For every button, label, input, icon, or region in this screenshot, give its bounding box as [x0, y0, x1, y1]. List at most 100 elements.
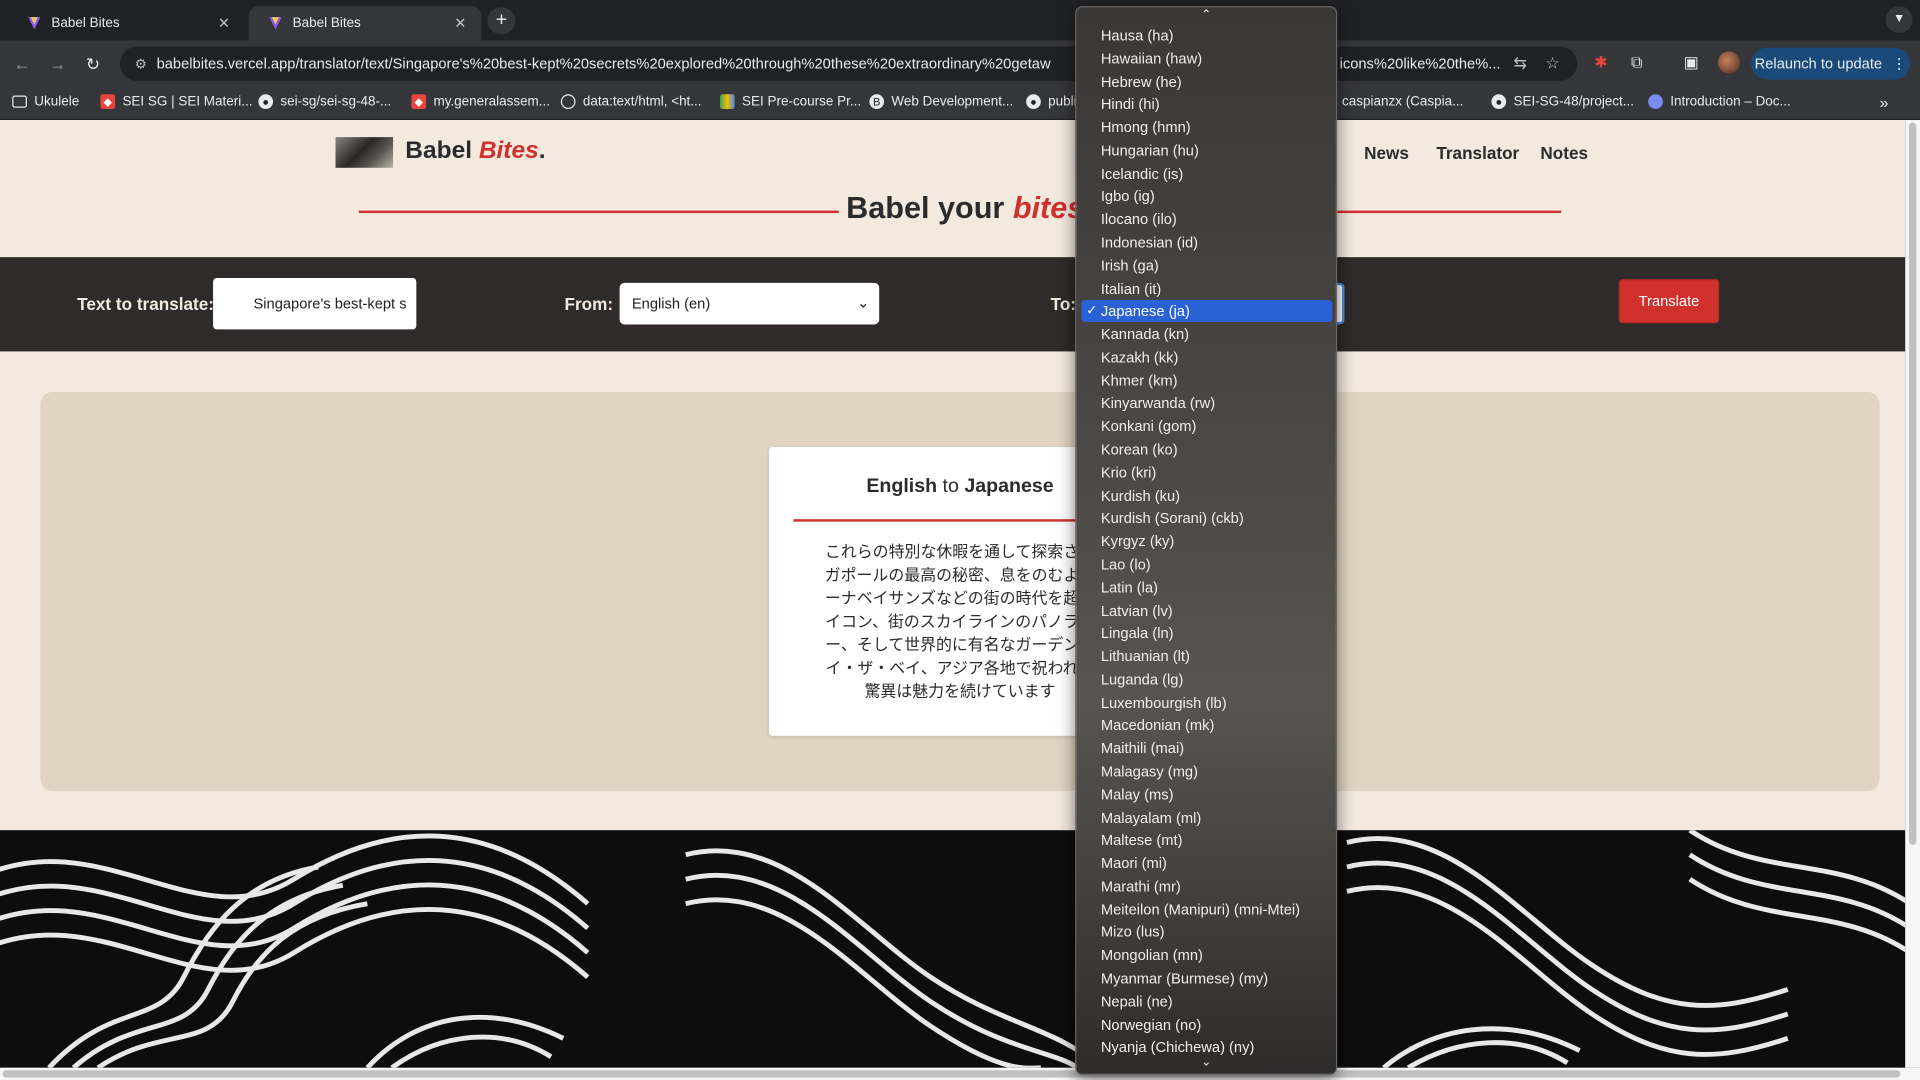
tab-close-icon[interactable]: ✕: [452, 15, 469, 32]
bookmark-item[interactable]: SEI Pre-course Pr...: [720, 94, 861, 109]
url-text: babelbites.vercel.app/translator/text/Si…: [156, 55, 1051, 73]
language-option[interactable]: Kurdish (Sorani) (ckb): [1081, 507, 1332, 529]
language-option[interactable]: ✓ Japanese (ja): [1081, 300, 1333, 323]
language-option[interactable]: Maltese (mt): [1081, 829, 1332, 851]
language-option[interactable]: Nepali (ne): [1081, 990, 1332, 1012]
language-option[interactable]: Hawaiian (haw): [1081, 47, 1332, 69]
language-option[interactable]: Myanmar (Burmese) (my): [1081, 967, 1332, 989]
language-option[interactable]: Hebrew (he): [1081, 70, 1332, 92]
site-info-icon[interactable]: ⚙: [135, 56, 147, 72]
language-option[interactable]: Latin (la): [1081, 576, 1332, 598]
to-label: To:: [1050, 293, 1077, 314]
bookmark-star-icon[interactable]: ☆: [1545, 54, 1559, 74]
tab-search-chevron-icon[interactable]: ▼: [1885, 6, 1913, 34]
chevron-down-icon: ⌄: [857, 293, 870, 312]
vertical-scrollbar[interactable]: [1905, 120, 1920, 1068]
globe-icon: [560, 94, 576, 109]
bookmark-item[interactable]: Introduction – Doc...: [1648, 94, 1791, 109]
relaunch-to-update-button[interactable]: Relaunch to update ⋮: [1751, 47, 1911, 80]
language-option[interactable]: Maithili (mai): [1081, 737, 1332, 759]
heading-divider-right: [1337, 210, 1562, 214]
language-option[interactable]: Kurdish (ku): [1081, 484, 1332, 506]
site-logo[interactable]: Babel Bites.: [405, 137, 545, 165]
back-arrow-icon[interactable]: ←: [10, 51, 34, 75]
ga-icon: ◆: [411, 94, 427, 109]
extensions-puzzle-icon[interactable]: ⧉: [1631, 53, 1642, 73]
language-option[interactable]: Kinyarwanda (rw): [1081, 392, 1332, 414]
language-option[interactable]: Luxembourgish (lb): [1081, 691, 1332, 713]
language-option[interactable]: Hausa (ha): [1081, 24, 1332, 46]
bookmarks-overflow-icon[interactable]: »: [1880, 93, 1889, 111]
language-option[interactable]: Malay (ms): [1081, 783, 1332, 805]
language-option[interactable]: Norwegian (no): [1081, 1013, 1332, 1035]
language-option[interactable]: Lithuanian (lt): [1081, 645, 1332, 667]
nav-notes[interactable]: Notes: [1540, 143, 1588, 163]
language-option[interactable]: Indonesian (id): [1081, 231, 1332, 253]
language-option[interactable]: Lingala (ln): [1081, 622, 1332, 644]
language-option[interactable]: Lao (lo): [1081, 553, 1332, 575]
scroll-up-icon[interactable]: ⌃: [1076, 9, 1336, 22]
tab-babel-bites-2[interactable]: Babel Bites ✕: [248, 6, 482, 41]
language-option[interactable]: Maori (mi): [1081, 852, 1332, 874]
tab-close-icon[interactable]: ✕: [216, 15, 233, 32]
reload-icon[interactable]: ↻: [81, 51, 105, 75]
language-option[interactable]: Irish (ga): [1081, 254, 1332, 276]
docs-icon: [1648, 94, 1663, 109]
language-option[interactable]: Ilocano (ilo): [1081, 208, 1332, 230]
bookmark-item[interactable]: ◆ SEI SG | SEI Materi...: [100, 94, 252, 109]
bookmark-item[interactable]: ● sei-sg/sei-sg-48-...: [258, 94, 391, 109]
language-option[interactable]: Mongolian (mn): [1081, 944, 1332, 966]
scroll-down-icon[interactable]: ⌄: [1076, 1056, 1336, 1069]
url-tail-text: icons%20like%20the%...: [1339, 55, 1501, 73]
bookmark-item[interactable]: caspianzx (Caspia...: [1342, 94, 1463, 109]
language-option[interactable]: Marathi (mr): [1081, 875, 1332, 897]
translate-form: Text to translate: Singapore's best-kept…: [0, 257, 1906, 352]
language-option[interactable]: Mizo (lus): [1081, 921, 1332, 943]
language-option[interactable]: Malayalam (ml): [1081, 806, 1332, 828]
language-option[interactable]: Luganda (lg): [1081, 668, 1332, 690]
language-option[interactable]: Italian (it): [1081, 277, 1332, 299]
drive-icon: [720, 94, 735, 109]
bookmark-item[interactable]: Ukulele: [12, 94, 79, 109]
language-option[interactable]: Meiteilon (Manipuri) (mni-Mtei): [1081, 898, 1332, 920]
language-option[interactable]: Hindi (hi): [1081, 93, 1332, 115]
from-language-select[interactable]: English (en) ⌄: [619, 282, 880, 325]
more-options-icon[interactable]: ⋮: [1892, 55, 1907, 72]
profile-avatar[interactable]: [1717, 51, 1741, 74]
bookmark-item[interactable]: ◆ my.generalassem...: [411, 94, 550, 109]
language-option[interactable]: Khmer (km): [1081, 369, 1332, 391]
language-option[interactable]: Kazakh (kk): [1081, 346, 1332, 368]
extension-red-icon[interactable]: ✱: [1594, 53, 1607, 73]
text-to-translate-input[interactable]: Singapore's best-kept s: [213, 277, 417, 330]
translate-button[interactable]: Translate: [1618, 279, 1720, 324]
address-bar[interactable]: ⚙ babelbites.vercel.app/translator/text/…: [120, 46, 1578, 81]
scrollbar-thumb[interactable]: [1908, 122, 1917, 845]
bookmark-item[interactable]: B Web Development...: [869, 94, 1013, 109]
forward-arrow-icon[interactable]: →: [45, 51, 69, 75]
bookmark-item[interactable]: ● SEI-SG-48/project...: [1491, 94, 1634, 109]
language-option[interactable]: Kannada (kn): [1081, 323, 1332, 345]
language-option[interactable]: Korean (ko): [1081, 438, 1332, 460]
logo-image[interactable]: [335, 137, 394, 168]
language-option[interactable]: Icelandic (is): [1081, 162, 1332, 184]
to-language-dropdown[interactable]: ⌃ Hausa (ha) Hawaiian (haw) Hebrew (he) Hin…: [1075, 6, 1338, 1076]
language-option[interactable]: Hmong (hmn): [1081, 116, 1332, 138]
horizontal-scrollbar[interactable]: [0, 1067, 1920, 1080]
new-tab-button[interactable]: +: [487, 7, 516, 35]
language-option[interactable]: Macedonian (mk): [1081, 714, 1332, 736]
scrollbar-thumb[interactable]: [2, 1070, 1901, 1078]
tab-babel-bites-1[interactable]: Babel Bites ✕: [7, 6, 245, 40]
language-option[interactable]: Igbo (ig): [1081, 185, 1332, 207]
language-option[interactable]: Malagasy (mg): [1081, 760, 1332, 782]
bookmark-item[interactable]: ● publi: [1026, 94, 1077, 109]
side-panel-icon[interactable]: ▣: [1684, 53, 1699, 73]
language-option[interactable]: Kyrgyz (ky): [1081, 530, 1332, 552]
nav-news[interactable]: News: [1364, 143, 1409, 163]
language-option[interactable]: Hungarian (hu): [1081, 139, 1332, 161]
bookmark-item[interactable]: data:text/html, <ht...: [560, 94, 702, 109]
language-option[interactable]: Krio (kri): [1081, 461, 1332, 483]
nav-translator[interactable]: Translator: [1436, 143, 1519, 163]
translate-page-icon[interactable]: ⇆: [1513, 54, 1526, 74]
language-option[interactable]: Konkani (gom): [1081, 415, 1332, 437]
language-option[interactable]: Latvian (lv): [1081, 599, 1332, 621]
